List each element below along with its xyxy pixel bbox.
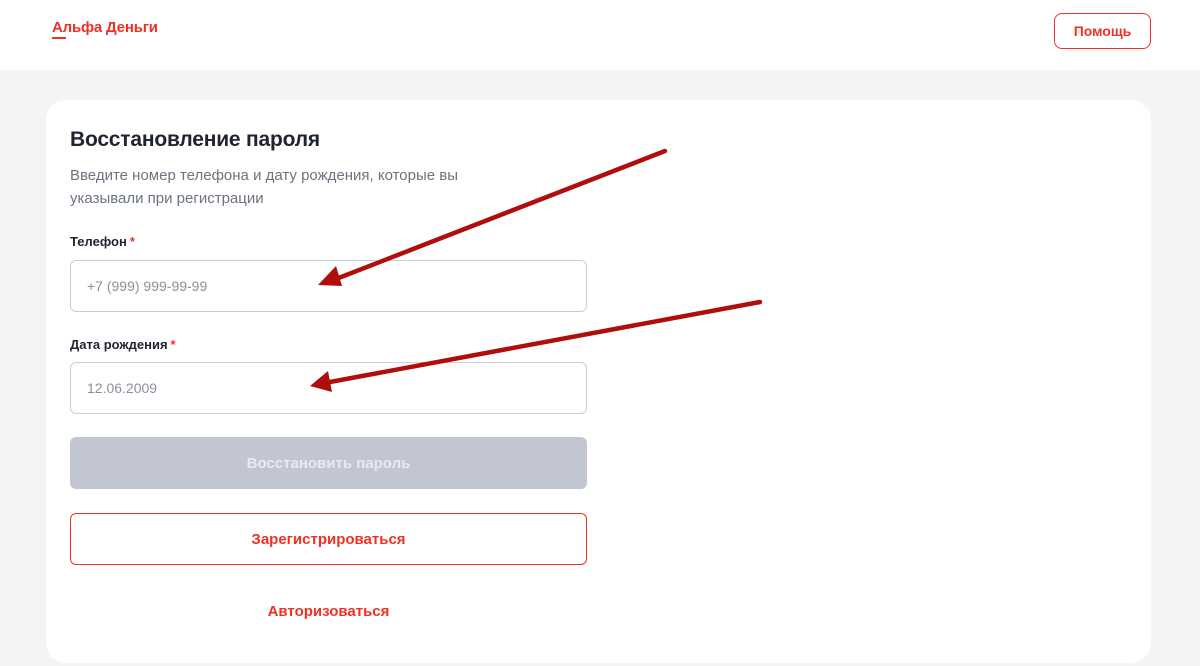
birth-date-input[interactable] xyxy=(87,363,586,413)
help-button[interactable]: Помощь xyxy=(1054,13,1151,49)
logo-underline-mark xyxy=(52,37,66,39)
password-recovery-card: Восстановление пароля Введите номер теле… xyxy=(46,100,1151,663)
logo-text: Альфа Деньги xyxy=(52,19,158,36)
page-subtitle: Введите номер телефона и дату рождения, … xyxy=(70,167,459,207)
birth-date-label-text: Дата рождения xyxy=(70,337,168,352)
phone-label-text: Телефон xyxy=(70,234,127,249)
birth-date-field[interactable] xyxy=(70,362,587,414)
restore-password-button[interactable]: Восстановить пароль xyxy=(70,437,587,489)
phone-input[interactable] xyxy=(87,261,586,311)
required-asterisk: * xyxy=(170,337,176,352)
phone-field[interactable] xyxy=(70,260,587,312)
required-asterisk: * xyxy=(129,234,135,249)
page-title: Восстановление пароля xyxy=(70,128,320,151)
top-header: Альфа Деньги Помощь xyxy=(0,0,1200,70)
page: Альфа Деньги Помощь Восстановление парол… xyxy=(0,0,1200,666)
phone-label: Телефон * xyxy=(70,234,135,249)
brand-logo[interactable]: Альфа Деньги xyxy=(52,19,158,39)
birth-date-label: Дата рождения * xyxy=(70,337,176,352)
login-link[interactable]: Авторизоваться xyxy=(70,603,587,620)
register-button[interactable]: Зарегистрироваться xyxy=(70,513,587,565)
